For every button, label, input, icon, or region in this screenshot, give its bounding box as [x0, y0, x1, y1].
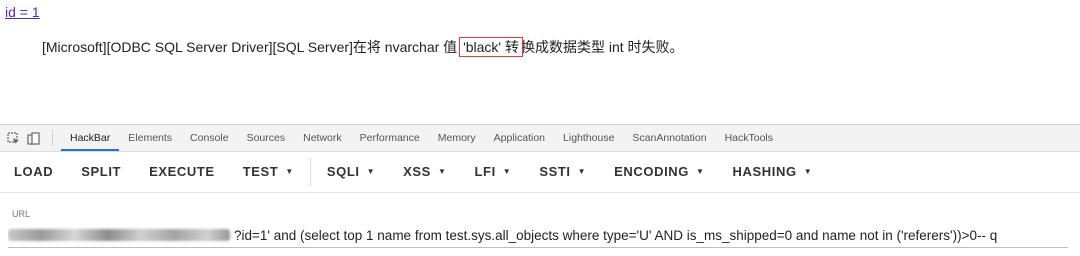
page-content: id = 1 [Microsoft][ODBC SQL Server Drive…	[0, 0, 1080, 125]
split-button[interactable]: SPLIT	[67, 152, 135, 192]
url-query: ?id=1' and (select top 1 name from test.…	[234, 227, 998, 243]
tab-application[interactable]: Application	[485, 125, 554, 151]
xss-label: XSS	[403, 164, 431, 179]
tab-network[interactable]: Network	[294, 125, 351, 151]
caret-down-icon: ▼	[285, 167, 294, 176]
error-message: [Microsoft][ODBC SQL Server Driver][SQL …	[42, 37, 684, 57]
device-toolbar-icon[interactable]	[26, 131, 40, 145]
tab-sources[interactable]: Sources	[238, 125, 295, 151]
id-link[interactable]: id = 1	[5, 4, 40, 20]
url-input[interactable]: ?id=1' and (select top 1 name from test.…	[8, 223, 1068, 248]
hackbar-toolbar: LOAD SPLIT EXECUTE TEST ▼ SQLI ▼ XSS ▼ LFI ▼ SSTI ▼ E…	[0, 152, 1080, 193]
load-button[interactable]: LOAD	[0, 152, 67, 192]
highlighted-value: 'black' 转	[459, 37, 523, 57]
tab-hacktools[interactable]: HackTools	[716, 125, 782, 151]
tab-separator	[52, 130, 53, 146]
test-button[interactable]: TEST ▼	[229, 152, 308, 192]
devtools-panel: HackBar Elements Console Sources Network Perf…	[0, 124, 1080, 256]
caret-down-icon: ▼	[696, 167, 705, 176]
tab-console[interactable]: Console	[181, 125, 238, 151]
encoding-label: ENCODING	[614, 164, 689, 179]
split-label: SPLIT	[81, 164, 122, 179]
ssti-label: SSTI	[539, 164, 571, 179]
tab-lighthouse[interactable]: Lighthouse	[554, 125, 623, 151]
tab-elements[interactable]: Elements	[119, 125, 181, 151]
tab-scanannotation[interactable]: ScanAnnotation	[623, 125, 715, 151]
inspect-element-icon[interactable]	[6, 131, 20, 145]
tab-hackbar[interactable]: HackBar	[61, 125, 120, 151]
caret-down-icon: ▼	[577, 167, 587, 176]
ssti-button[interactable]: SSTI ▼	[525, 152, 600, 192]
load-label: LOAD	[14, 164, 54, 179]
lfi-label: LFI	[474, 164, 496, 179]
devtools-tab-bar: HackBar Elements Console Sources Network Perf…	[0, 125, 1080, 152]
sqli-label: SQLI	[326, 164, 360, 179]
caret-down-icon: ▼	[366, 167, 376, 176]
tab-memory[interactable]: Memory	[429, 125, 485, 151]
caret-down-icon: ▼	[502, 167, 512, 176]
caret-down-icon: ▼	[437, 167, 447, 176]
devtools-tabs: HackBar Elements Console Sources Network Perf…	[61, 125, 782, 151]
execute-button[interactable]: EXECUTE	[135, 152, 229, 192]
url-label: URL	[12, 209, 31, 219]
test-label: TEST	[242, 164, 279, 179]
xss-button[interactable]: XSS ▼	[389, 152, 460, 192]
tab-performance[interactable]: Performance	[351, 125, 429, 151]
hashing-button[interactable]: HASHING ▼	[719, 152, 827, 192]
error-suffix: 换成数据类型 int 时失败。	[520, 39, 684, 55]
sqli-button[interactable]: SQLI ▼	[313, 152, 389, 192]
error-prefix: [Microsoft][ODBC SQL Server Driver][SQL …	[42, 39, 462, 55]
execute-label: EXECUTE	[149, 164, 215, 179]
toolbar-divider	[309, 158, 311, 186]
encoding-button[interactable]: ENCODING ▼	[600, 152, 718, 192]
hashing-label: HASHING	[732, 164, 797, 179]
redacted-host	[8, 229, 230, 241]
caret-down-icon: ▼	[803, 167, 813, 176]
lfi-button[interactable]: LFI ▼	[460, 152, 525, 192]
